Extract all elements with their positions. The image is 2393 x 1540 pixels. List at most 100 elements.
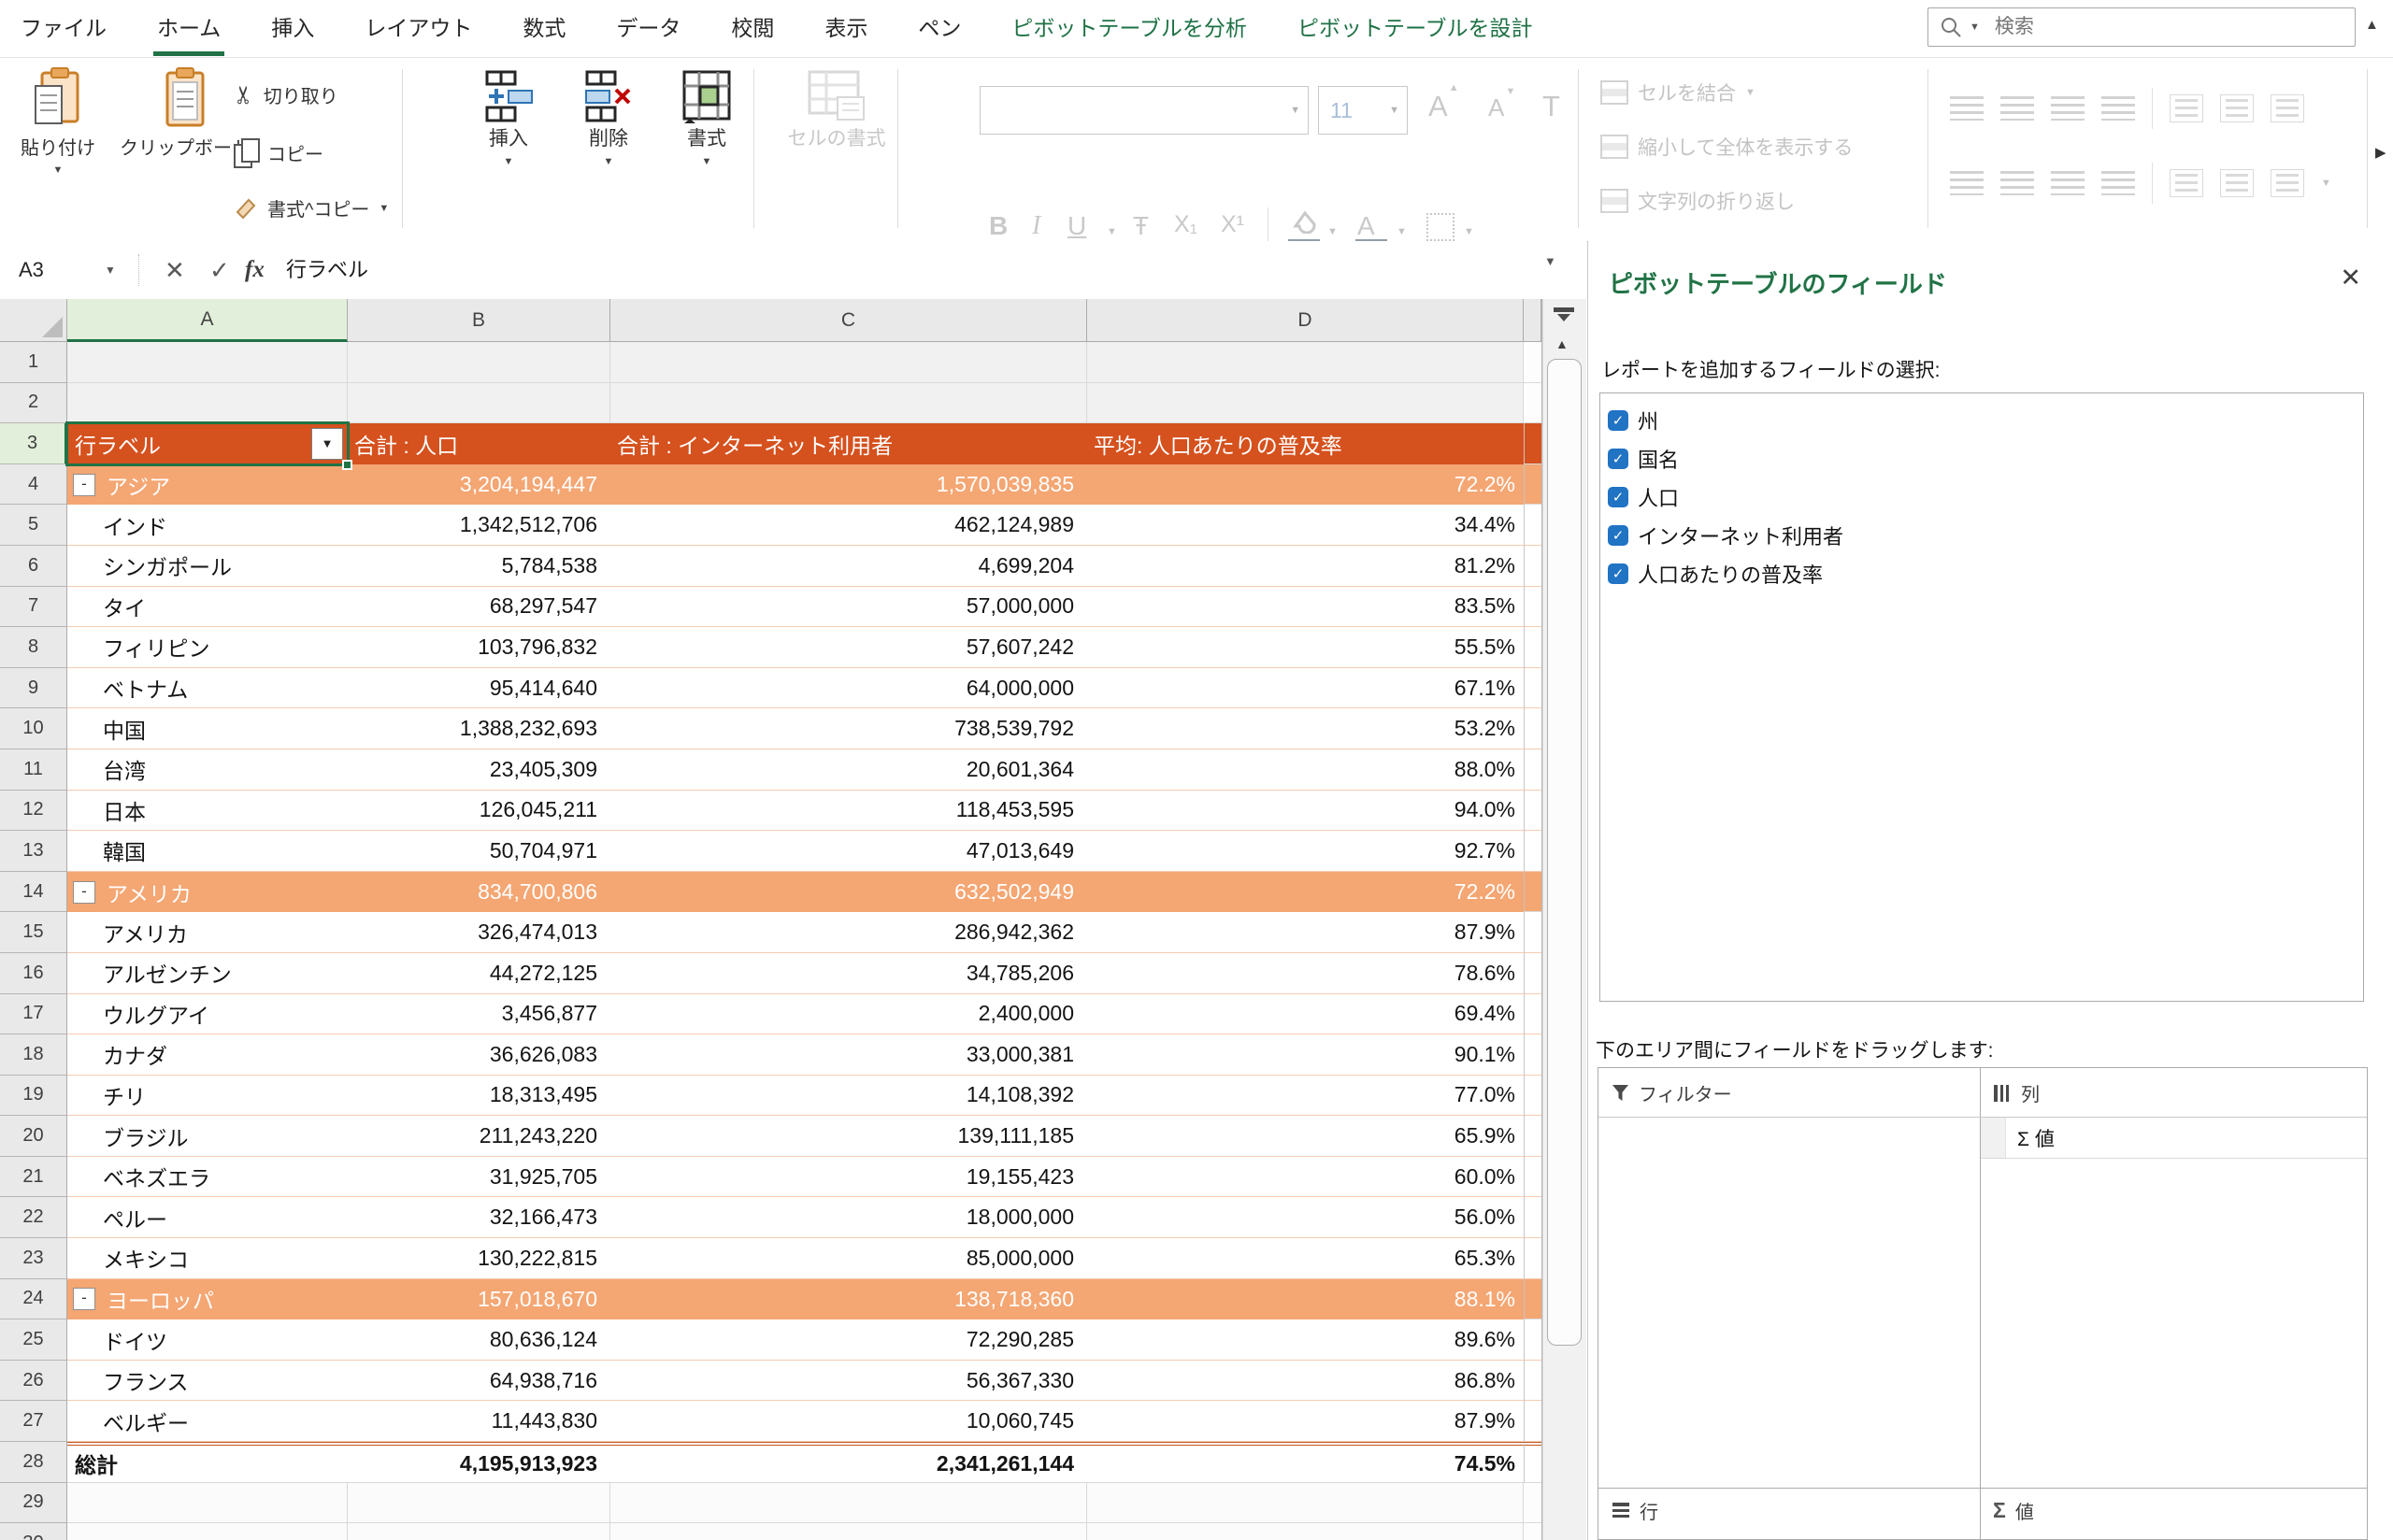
cell[interactable] [610,342,1087,383]
cell-D28[interactable]: 74.5% [1087,1442,1524,1483]
font-name-combo[interactable]: ▼ [980,86,1309,135]
row-header-6[interactable]: 6 [0,546,67,587]
scrollbar-thumb[interactable] [1547,359,1582,1346]
row-header-20[interactable]: 20 [0,1116,67,1157]
row-header-4[interactable]: 4 [0,464,67,506]
cell-A27[interactable]: ベルギー [67,1401,348,1442]
cell[interactable] [348,342,610,383]
row-header-5[interactable]: 5 [0,505,67,546]
cell-A17[interactable]: ウルグアイ [67,994,348,1035]
collapse-button[interactable]: - [73,474,95,496]
row-header-17[interactable]: 17 [0,994,67,1035]
cell-C22[interactable]: 18,000,000 [610,1197,1087,1238]
cell-B28[interactable]: 4,195,913,923 [348,1442,610,1483]
cell-B18[interactable]: 36,626,083 [348,1034,610,1076]
cell-D19[interactable]: 77.0% [1087,1076,1524,1117]
cell-A21[interactable]: ベネズエラ [67,1157,348,1198]
select-all-button[interactable] [0,299,67,342]
cell-B22[interactable]: 32,166,473 [348,1197,610,1238]
checkbox-checked-icon[interactable]: ✓ [1608,449,1628,469]
row-header-25[interactable]: 25 [0,1319,67,1361]
row-header-15[interactable]: 15 [0,912,67,953]
cell-A16[interactable]: アルゼンチン [67,953,348,994]
cell-A28[interactable]: 総計 [67,1442,348,1483]
cell-D25[interactable]: 89.6% [1087,1319,1524,1361]
cell-B10[interactable]: 1,388,232,693 [348,708,610,749]
tab-review[interactable]: 校閲 [731,0,774,57]
column-header-B[interactable]: B [348,299,610,342]
row-header-19[interactable]: 19 [0,1076,67,1117]
cell-D26[interactable]: 86.8% [1087,1361,1524,1402]
row-header-26[interactable]: 26 [0,1361,67,1402]
row-header-9[interactable]: 9 [0,668,67,709]
cell-D24[interactable]: 88.1% [1087,1279,1524,1320]
cell-D22[interactable]: 56.0% [1087,1197,1524,1238]
cell-A5[interactable]: インド [67,505,348,546]
cell-B17[interactable]: 3,456,877 [348,994,610,1035]
cell-A6[interactable]: シンガポール [67,546,348,587]
field-checkbox-item[interactable]: ✓国名 [1600,439,2363,478]
cancel-icon[interactable]: ✕ [165,241,185,299]
cell-D27[interactable]: 87.9% [1087,1401,1524,1442]
font-size-dropdown-icon[interactable]: ▼ [1389,105,1399,116]
field-checkbox-item[interactable]: ✓インターネット利用者 [1600,516,2363,554]
cell-B27[interactable]: 11,443,830 [348,1401,610,1442]
cell-B15[interactable]: 326,474,013 [348,912,610,953]
tab-pivot-analyze[interactable]: ピボットテーブルを分析 [1011,0,1247,57]
cell-C10[interactable]: 738,539,792 [610,708,1087,749]
cell-C21[interactable]: 19,155,423 [610,1157,1087,1198]
tab-formulas[interactable]: 数式 [523,0,566,57]
cell-A18[interactable]: カナダ [67,1034,348,1076]
cell-C14[interactable]: 632,502,949 [610,872,1087,913]
cell-A22[interactable]: ペルー [67,1197,348,1238]
cell-D9[interactable]: 67.1% [1087,668,1524,709]
cell[interactable] [348,383,610,424]
collapse-button[interactable]: - [73,881,95,904]
cell-B4[interactable]: 3,204,194,447 [348,464,610,506]
cell-C19[interactable]: 14,108,392 [610,1076,1087,1117]
cell-B11[interactable]: 23,405,309 [348,749,610,791]
checkbox-checked-icon[interactable]: ✓ [1608,487,1628,507]
cell-A25[interactable]: ドイツ [67,1319,348,1361]
cell[interactable] [610,1483,1087,1524]
cell-D20[interactable]: 65.9% [1087,1116,1524,1157]
row-header-24[interactable]: 24 [0,1279,67,1320]
cell-D13[interactable]: 92.7% [1087,831,1524,872]
row-header-22[interactable]: 22 [0,1197,67,1238]
cell-C5[interactable]: 462,124,989 [610,505,1087,546]
row-header-21[interactable]: 21 [0,1157,67,1198]
cell-B21[interactable]: 31,925,705 [348,1157,610,1198]
cell-A10[interactable]: 中国 [67,708,348,749]
cell-B26[interactable]: 64,938,716 [348,1361,610,1402]
close-icon[interactable]: ✕ [2340,264,2361,292]
cell-B9[interactable]: 95,414,640 [348,668,610,709]
cell-D14[interactable]: 72.2% [1087,872,1524,913]
insert-dropdown-icon[interactable]: ▼ [504,156,514,167]
delete-cells-button[interactable]: 削除 ▼ [567,69,650,167]
field-checkbox-item[interactable]: ✓人口 [1600,478,2363,516]
search-dropdown-icon[interactable]: ▼ [1970,21,1980,33]
cell-C12[interactable]: 118,453,595 [610,791,1087,832]
cell[interactable] [67,1483,348,1524]
tab-file[interactable]: ファイル [21,0,107,57]
cell-A8[interactable]: フィリピン [67,627,348,668]
cut-button[interactable]: ✂ 切り取り [234,80,338,109]
cell-A3[interactable]: 行ラベル▼ [67,423,348,464]
field-checkbox-item[interactable]: ✓人口あたりの普及率 [1600,554,2363,592]
ribbon-more-icon[interactable]: ▶ [2375,144,2386,161]
cell-D21[interactable]: 60.0% [1087,1157,1524,1198]
cell-A24[interactable]: -ヨーロッパ [67,1279,348,1320]
search-input[interactable] [1993,15,2305,39]
cell-A12[interactable]: 日本 [67,791,348,832]
vertical-scrollbar[interactable]: ▲ [1542,299,1586,1540]
cell-A14[interactable]: -アメリカ [67,872,348,913]
cell-B6[interactable]: 5,784,538 [348,546,610,587]
delete-dropdown-icon[interactable]: ▼ [604,156,614,167]
cell-B14[interactable]: 834,700,806 [348,872,610,913]
row-header-29[interactable]: 29 [0,1483,67,1524]
cell-D23[interactable]: 65.3% [1087,1238,1524,1279]
row-header-7[interactable]: 7 [0,587,67,628]
scroll-up-icon[interactable]: ▲ [1555,336,1569,351]
cell[interactable] [1087,1483,1524,1524]
cell-D7[interactable]: 83.5% [1087,587,1524,628]
